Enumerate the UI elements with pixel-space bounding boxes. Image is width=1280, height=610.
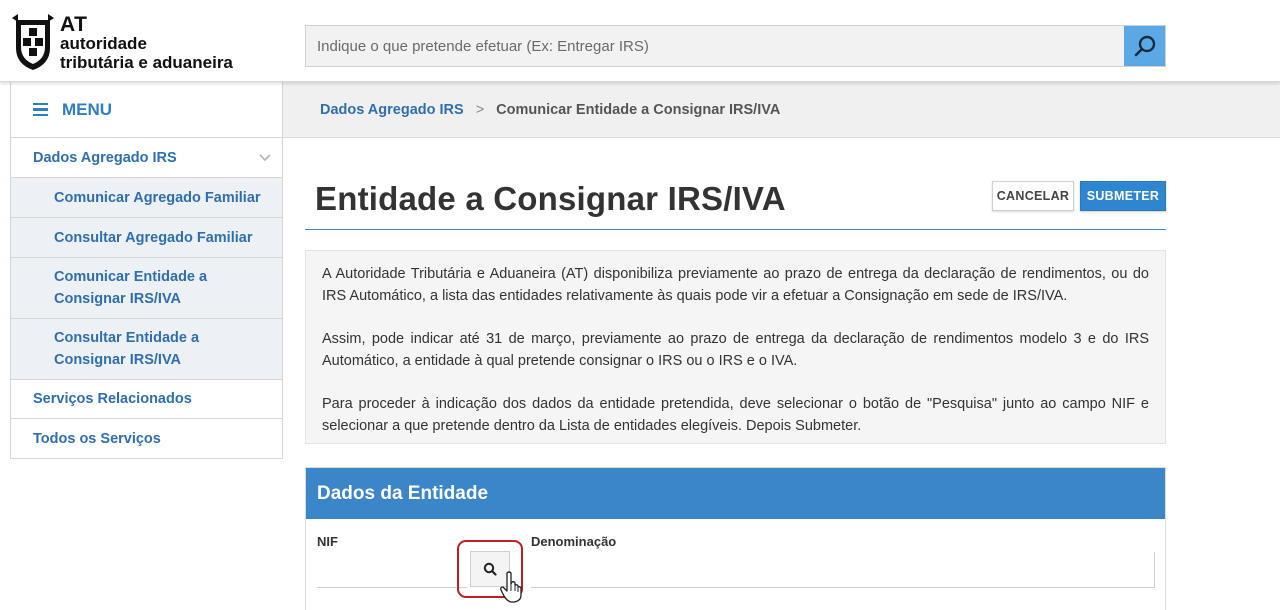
entity-panel-title: Dados da Entidade bbox=[306, 468, 1165, 519]
info-box: A Autoridade Tributária e Aduaneira (AT)… bbox=[305, 250, 1166, 444]
search-input[interactable] bbox=[306, 26, 1125, 66]
search-icon bbox=[1134, 35, 1155, 57]
search-icon bbox=[483, 562, 497, 576]
logo-line1: autoridade bbox=[60, 34, 147, 53]
denominacao-input[interactable] bbox=[531, 552, 1155, 588]
at-logo[interactable]: AT autoridade tributária e aduaneira bbox=[12, 12, 252, 74]
sidebar-item-label: Comunicar Agregado Familiar bbox=[54, 189, 261, 206]
sidebar-item-label: Dados Agregado IRS bbox=[33, 149, 177, 166]
breadcrumb-separator: > bbox=[475, 101, 485, 118]
sidebar-item-consultar-entidade[interactable]: Consultar Entidade a Consignar IRS/IVA bbox=[11, 319, 282, 380]
info-paragraph-2: Assim, pode indicar até 31 de março, pre… bbox=[322, 331, 1149, 369]
search-button[interactable] bbox=[1124, 26, 1165, 66]
nif-input[interactable] bbox=[317, 552, 467, 588]
sidebar-menu: MENU Dados Agregado IRS Comunicar Agrega… bbox=[10, 82, 283, 459]
site-header: AT autoridade tributária e aduaneira bbox=[0, 0, 1280, 82]
info-paragraph-1: A Autoridade Tributária e Aduaneira (AT)… bbox=[322, 266, 1149, 304]
nif-search-button[interactable] bbox=[470, 551, 510, 587]
sidebar-item-servicos-relacionados[interactable]: Serviços Relacionados bbox=[11, 380, 282, 419]
nif-label: NIF bbox=[317, 534, 338, 549]
global-search bbox=[305, 25, 1166, 67]
cancel-button[interactable]: CANCELAR bbox=[992, 181, 1074, 211]
entity-panel: Dados da Entidade NIF Denominação bbox=[305, 467, 1166, 610]
breadcrumb-current: Comunicar Entidade a Consignar IRS/IVA bbox=[496, 101, 781, 118]
sidebar-item-todos-servicos[interactable]: Todos os Serviços bbox=[11, 419, 282, 458]
sidebar-item-comunicar-agregado[interactable]: Comunicar Agregado Familiar bbox=[11, 178, 282, 218]
sidebar-item-label: Serviços Relacionados bbox=[33, 391, 192, 407]
breadcrumb-parent-link[interactable]: Dados Agregado IRS bbox=[320, 102, 464, 118]
sidebar-item-label: Todos os Serviços bbox=[33, 430, 161, 447]
denominacao-label: Denominação bbox=[531, 534, 617, 549]
menu-toggle[interactable]: MENU bbox=[11, 82, 282, 138]
page-title: Entidade a Consignar IRS/IVA bbox=[315, 180, 786, 217]
logo-at-text: AT bbox=[60, 13, 88, 36]
submit-button[interactable]: SUBMETER bbox=[1080, 181, 1166, 211]
portugal-shield-icon bbox=[12, 14, 54, 70]
title-divider bbox=[305, 229, 1166, 230]
menu-label: MENU bbox=[62, 99, 113, 119]
hamburger-icon bbox=[33, 102, 48, 117]
sidebar-item-label: Consultar Entidade a Consignar IRS/IVA bbox=[54, 330, 200, 368]
sidebar-item-comunicar-entidade[interactable]: Comunicar Entidade a Consignar IRS/IVA bbox=[11, 258, 282, 319]
sidebar-item-label: Consultar Agregado Familiar bbox=[54, 229, 253, 246]
logo-line2: tributária e aduaneira bbox=[60, 53, 233, 72]
info-paragraph-3: Para proceder à indicação dos dados da e… bbox=[322, 396, 1149, 434]
chevron-down-icon bbox=[259, 153, 271, 161]
sidebar-item-dados-agregado-irs[interactable]: Dados Agregado IRS bbox=[11, 138, 282, 178]
sidebar-item-label: Comunicar Entidade a Consignar IRS/IVA bbox=[54, 269, 208, 307]
sidebar-item-consultar-agregado[interactable]: Consultar Agregado Familiar bbox=[11, 218, 282, 258]
breadcrumb: Dados Agregado IRS > Comunicar Entidade … bbox=[283, 82, 1280, 138]
logo-wordmark: AT autoridade tributária e aduaneira bbox=[60, 13, 233, 72]
